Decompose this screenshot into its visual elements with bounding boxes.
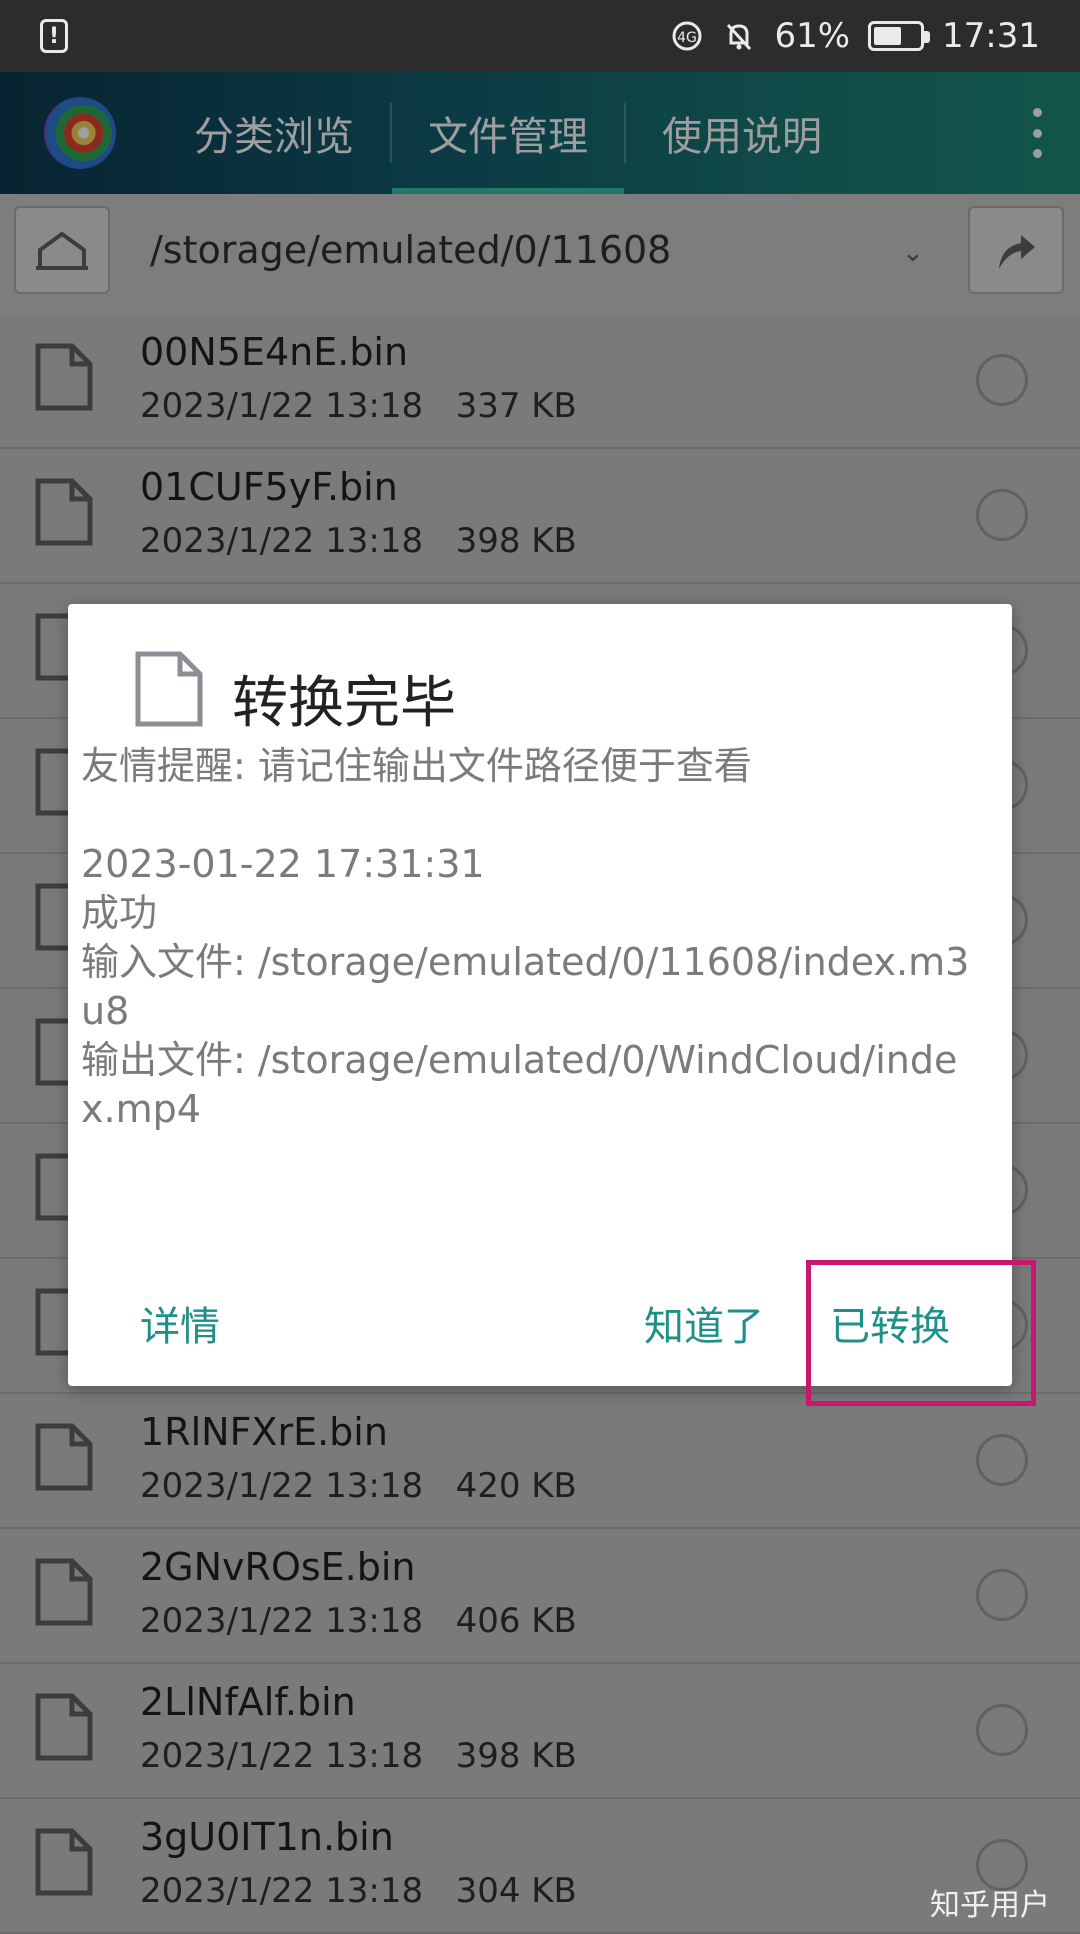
- home-icon: [36, 231, 88, 270]
- path-bar: /storage/emulated/0/11608 ⌄: [0, 194, 1080, 314]
- conversion-complete-dialog: 转换完毕 友情提醒: 请记住输出文件路径便于查看 2023-01-22 17:3…: [68, 604, 1012, 1386]
- tab-file-management[interactable]: 文件管理: [392, 72, 624, 194]
- tab-label: 分类浏览: [194, 114, 354, 160]
- file-name: 2LlNfAlf.bin: [140, 1680, 356, 1724]
- file-name: 01CUF5yF.bin: [140, 465, 398, 509]
- current-path[interactable]: /storage/emulated/0/11608: [150, 228, 671, 272]
- app-header: 分类浏览 文件管理 使用说明: [0, 72, 1080, 194]
- file-date: 2023/1/22 13:18: [140, 521, 424, 561]
- home-button[interactable]: [14, 206, 110, 294]
- file-row[interactable]: 1RlNFXrE.bin 2023/1/22 13:18 420 KB: [0, 1394, 1080, 1529]
- file-meta: 2023/1/22 13:18 398 KB: [140, 1736, 577, 1776]
- file-meta: 2023/1/22 13:18 304 KB: [140, 1871, 577, 1911]
- file-size: 406 KB: [455, 1601, 577, 1641]
- timestamp-text: 2023-01-22 17:31:31: [81, 842, 485, 886]
- file-meta: 2023/1/22 13:18 337 KB: [140, 386, 577, 426]
- select-checkbox[interactable]: [976, 354, 1028, 406]
- tab-instructions[interactable]: 使用说明: [626, 72, 858, 194]
- dialog-message: 友情提醒: 请记住输出文件路径便于查看 2023-01-22 17:31:31 …: [81, 742, 991, 1134]
- details-button[interactable]: 详情: [140, 1294, 220, 1352]
- file-size: 420 KB: [455, 1466, 577, 1506]
- dialog-actions: 详情 知道了 已转换: [68, 1272, 1012, 1372]
- file-icon: [35, 1828, 93, 1896]
- file-icon: [35, 343, 93, 411]
- ok-button[interactable]: 知道了: [644, 1294, 764, 1352]
- status-bar: ! 4G 61% 17:31: [0, 0, 1080, 72]
- clock: 17:31: [942, 16, 1040, 56]
- file-icon: [35, 478, 93, 546]
- file-size: 398 KB: [455, 1736, 577, 1776]
- file-row[interactable]: 3gU0IT1n.bin 2023/1/22 13:18 304 KB: [0, 1799, 1080, 1934]
- svg-text:4G: 4G: [678, 30, 698, 46]
- file-name: 1RlNFXrE.bin: [140, 1410, 388, 1454]
- data-saver-icon: 4G: [672, 21, 702, 51]
- file-meta: 2023/1/22 13:18 420 KB: [140, 1466, 577, 1506]
- file-meta: 2023/1/22 13:18 406 KB: [140, 1601, 577, 1641]
- input-file-text: 输入文件: /storage/emulated/0/11608/index.m3…: [81, 940, 970, 1033]
- dialog-title: 转换完毕: [232, 671, 456, 736]
- file-date: 2023/1/22 13:18: [140, 1871, 424, 1911]
- app-logo-icon[interactable]: [44, 97, 116, 169]
- up-button[interactable]: [968, 206, 1064, 294]
- result-text: 成功: [81, 891, 158, 935]
- file-row[interactable]: 2LlNfAlf.bin 2023/1/22 13:18 398 KB: [0, 1664, 1080, 1799]
- tab-label: 文件管理: [428, 114, 588, 160]
- file-name: 3gU0IT1n.bin: [140, 1815, 394, 1859]
- silent-bell-icon: [727, 23, 752, 51]
- file-size: 337 KB: [455, 386, 577, 426]
- select-checkbox[interactable]: [976, 1434, 1028, 1486]
- select-checkbox[interactable]: [976, 1569, 1028, 1621]
- file-date: 2023/1/22 13:18: [140, 386, 424, 426]
- file-row[interactable]: 01CUF5yF.bin 2023/1/22 13:18 398 KB: [0, 449, 1080, 584]
- file-date: 2023/1/22 13:18: [140, 1466, 424, 1506]
- file-icon: [35, 1693, 93, 1761]
- file-name: 2GNvROsE.bin: [140, 1545, 416, 1589]
- more-vertical-icon[interactable]: [1032, 108, 1042, 158]
- file-size: 304 KB: [455, 1871, 577, 1911]
- file-icon: [35, 1558, 93, 1626]
- battery-percent: 61%: [774, 16, 851, 56]
- select-checkbox[interactable]: [976, 1704, 1028, 1756]
- file-icon: [35, 1423, 93, 1491]
- alert-clipboard-icon: !: [40, 19, 68, 53]
- chevron-down-icon[interactable]: ⌄: [902, 238, 924, 268]
- file-name: 00N5E4nE.bin: [140, 330, 409, 374]
- reminder-text: 友情提醒: 请记住输出文件路径便于查看: [81, 744, 752, 788]
- output-file-text: 输出文件: /storage/emulated/0/WindCloud/inde…: [81, 1038, 958, 1131]
- tab-label: 使用说明: [662, 114, 822, 160]
- file-date: 2023/1/22 13:18: [140, 1601, 424, 1641]
- up-arrow-icon: [999, 235, 1035, 269]
- file-icon: [135, 651, 203, 727]
- tab-category-browse[interactable]: 分类浏览: [158, 72, 390, 194]
- file-date: 2023/1/22 13:18: [140, 1736, 424, 1776]
- watermark: 知乎用户: [930, 1888, 1050, 1923]
- converted-button[interactable]: 已转换: [830, 1294, 950, 1352]
- select-checkbox[interactable]: [976, 489, 1028, 541]
- file-row[interactable]: 00N5E4nE.bin 2023/1/22 13:18 337 KB: [0, 314, 1080, 449]
- file-meta: 2023/1/22 13:18 398 KB: [140, 521, 577, 561]
- battery-icon: [868, 21, 931, 51]
- file-size: 398 KB: [455, 521, 577, 561]
- file-row[interactable]: 2GNvROsE.bin 2023/1/22 13:18 406 KB: [0, 1529, 1080, 1664]
